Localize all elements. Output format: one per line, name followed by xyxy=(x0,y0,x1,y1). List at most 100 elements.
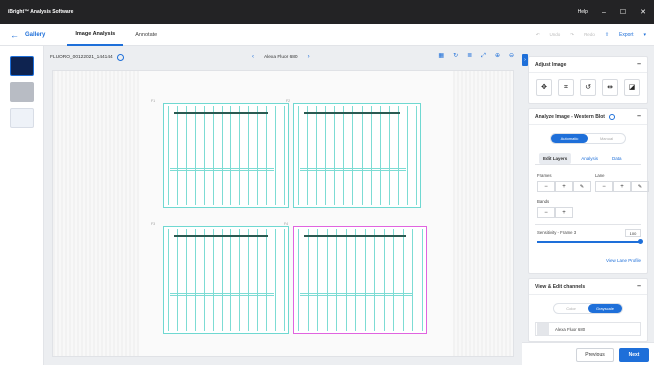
band-row-top[interactable] xyxy=(174,235,268,237)
view-edit-title: View & Edit channels xyxy=(535,283,586,290)
lane-divider xyxy=(345,229,347,331)
zoom-out-icon[interactable]: ⊖ xyxy=(509,53,514,59)
blot-canvas[interactable]: F1 F2 F3 F4 xyxy=(52,70,514,357)
gallery-link[interactable]: Gallery xyxy=(25,32,45,38)
frame-4[interactable] xyxy=(293,226,427,334)
back-arrow-icon[interactable]: ← xyxy=(10,30,19,40)
lane-divider xyxy=(203,106,205,205)
lane-divider xyxy=(370,106,372,205)
minus-icon[interactable]: – xyxy=(637,61,641,68)
manual-toggle[interactable]: Manual xyxy=(588,134,625,143)
card-header: Analyze Image - Western Blot – xyxy=(529,109,647,125)
lane-divider xyxy=(221,106,223,205)
fit-screen-icon[interactable]: ⤢ xyxy=(481,53,486,59)
channel-swatch[interactable] xyxy=(537,323,549,335)
crop-icon[interactable]: ⌗ xyxy=(558,79,574,96)
frame-3[interactable] xyxy=(163,226,289,334)
redo-button[interactable]: Redo xyxy=(584,32,595,37)
lane-divider xyxy=(239,229,241,331)
zoom-in-icon[interactable]: ⊕ xyxy=(495,53,500,59)
remove-band-button[interactable]: − xyxy=(537,207,555,218)
bands-stepper: − + xyxy=(537,207,573,218)
lane-divider xyxy=(194,229,196,331)
band-row-bottom[interactable] xyxy=(300,293,412,296)
thumbnail-strip xyxy=(0,46,44,365)
band-row-bottom[interactable] xyxy=(170,168,274,171)
layers-icon[interactable]: ≣ xyxy=(467,53,472,59)
export-icon[interactable]: ⇪ xyxy=(605,32,609,38)
add-lane-button[interactable]: + xyxy=(613,181,631,192)
lane-divider xyxy=(275,106,277,205)
contrast-icon[interactable]: ◪ xyxy=(624,79,640,96)
undo-button[interactable]: Undo xyxy=(550,32,561,37)
tab-analysis[interactable]: Analysis xyxy=(577,153,602,164)
sensitivity-slider[interactable] xyxy=(537,241,639,243)
rotate-left-icon[interactable]: ↺ xyxy=(580,79,596,96)
remove-frame-button[interactable]: − xyxy=(537,181,555,192)
lane-divider xyxy=(383,229,385,331)
flip-icon[interactable]: ⇹ xyxy=(602,79,618,96)
lane-divider xyxy=(239,106,241,205)
add-frame-button[interactable]: + xyxy=(555,181,573,192)
band-row-bottom[interactable] xyxy=(170,293,274,296)
chevron-left-icon[interactable]: ‹ xyxy=(252,54,254,60)
grayscale-toggle[interactable]: Grayscale xyxy=(588,304,622,313)
edit-frame-icon[interactable]: ✎ xyxy=(573,181,591,192)
thumbnail-fluoro[interactable] xyxy=(10,56,34,76)
rotate-icon[interactable]: ↻ xyxy=(453,53,458,59)
remove-lane-button[interactable]: − xyxy=(595,181,613,192)
sensitivity-slider-handle[interactable] xyxy=(638,239,643,244)
grid-icon[interactable]: ▦ xyxy=(438,53,444,59)
lane-divider xyxy=(248,106,250,205)
redo-icon[interactable]: ↷ xyxy=(570,32,574,38)
export-button[interactable]: Export xyxy=(619,32,633,38)
add-band-button[interactable]: + xyxy=(555,207,573,218)
frames-label: Frames xyxy=(537,173,552,178)
tab-data[interactable]: Data xyxy=(608,153,626,164)
lane-divider xyxy=(307,229,309,331)
previous-button[interactable]: Previous xyxy=(576,348,614,362)
divider xyxy=(535,224,641,225)
band-row-top[interactable] xyxy=(304,235,406,237)
tab-edit-layers[interactable]: Edit Layers xyxy=(539,153,572,164)
thumbnail-chemi[interactable] xyxy=(10,82,34,102)
help-link[interactable]: Help xyxy=(578,9,588,15)
minimize-icon[interactable]: – xyxy=(602,9,606,16)
frame-1[interactable] xyxy=(163,103,289,208)
panel-collapse-button[interactable]: › xyxy=(522,54,528,66)
view-tools: ▦ ↻ ≣ ⤢ ⊕ ⊖ xyxy=(438,53,514,59)
band-row-bottom[interactable] xyxy=(300,168,406,171)
close-icon[interactable]: ✕ xyxy=(640,9,646,16)
edit-lane-icon[interactable]: ✎ xyxy=(631,181,649,192)
lane-divider xyxy=(176,106,178,205)
tab-image-analysis[interactable]: Image Analysis xyxy=(67,24,124,46)
minus-icon[interactable]: – xyxy=(637,283,641,290)
thumbnail-analysis[interactable] xyxy=(10,108,34,128)
chevron-right-icon[interactable]: › xyxy=(308,54,310,60)
info-icon[interactable] xyxy=(608,113,615,120)
frame-label: F3 xyxy=(151,222,156,226)
automatic-toggle[interactable]: Automatic xyxy=(551,134,588,143)
undo-icon[interactable]: ↶ xyxy=(536,32,540,38)
tab-annotate[interactable]: Annotate xyxy=(127,24,165,46)
sensitivity-value[interactable]: 100 xyxy=(625,229,641,237)
info-icon[interactable] xyxy=(116,53,124,61)
color-toggle[interactable]: Color xyxy=(554,304,588,313)
lane-divider xyxy=(316,106,318,205)
adjust-image-title: Adjust Image xyxy=(535,61,567,68)
app-title: iBright™ Analysis Software xyxy=(8,9,74,15)
minus-icon[interactable]: – xyxy=(637,113,641,120)
chevron-down-icon[interactable]: ▾ xyxy=(643,32,646,38)
lane-divider xyxy=(334,106,336,205)
view-lane-profile-link[interactable]: View Lane Profile xyxy=(606,258,641,263)
maximize-icon[interactable]: ☐ xyxy=(620,9,626,16)
lane-divider xyxy=(212,229,214,331)
move-icon[interactable]: ✥ xyxy=(536,79,552,96)
band-row-top[interactable] xyxy=(304,112,400,114)
lane-divider xyxy=(185,229,187,331)
image-background-left xyxy=(53,71,139,356)
band-row-top[interactable] xyxy=(174,112,268,114)
next-button[interactable]: Next xyxy=(619,348,649,362)
channel-row[interactable]: Alexa Fluor 680 xyxy=(535,322,641,336)
frame-2[interactable] xyxy=(293,103,421,208)
